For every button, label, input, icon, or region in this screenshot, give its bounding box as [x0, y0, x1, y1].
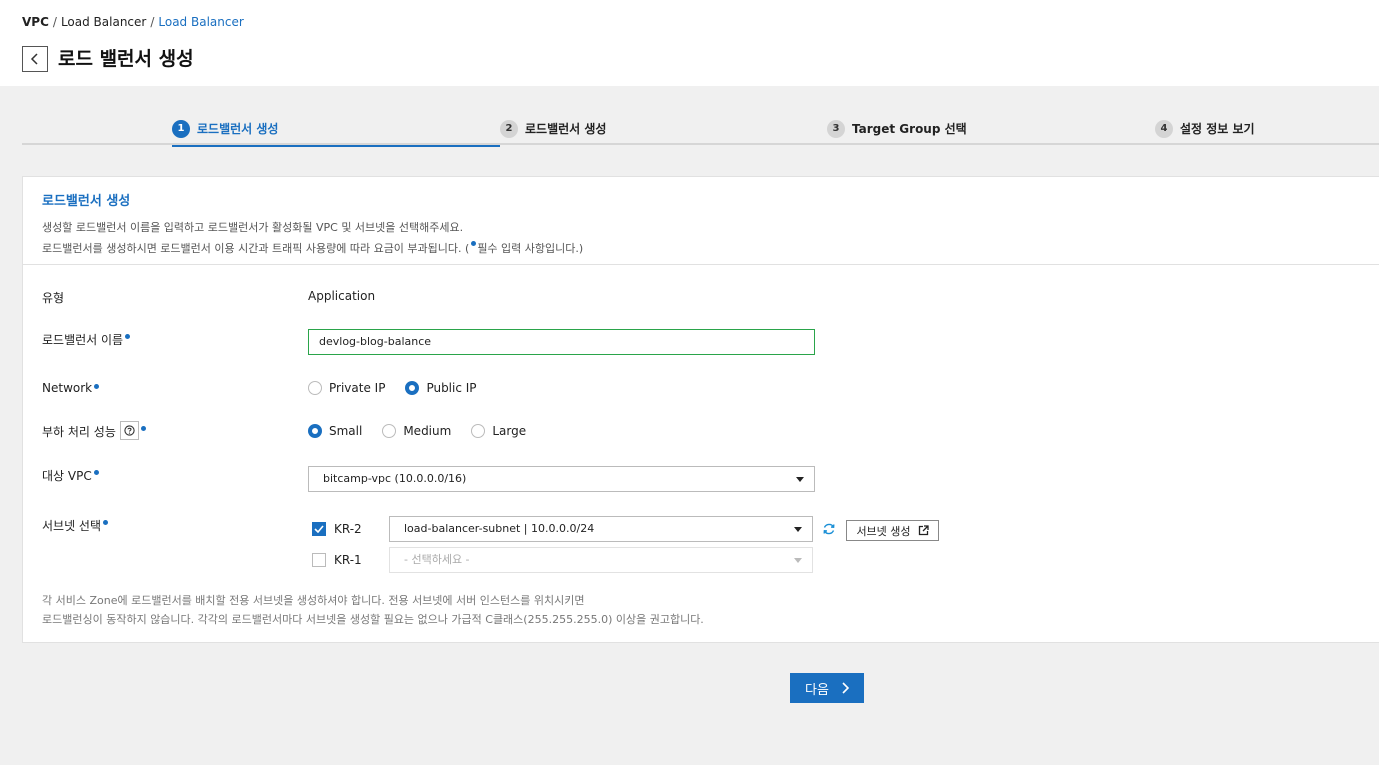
panel-description-2: 로드밸런서를 생성하시면 로드밸런서 이용 시간과 트래픽 사용량에 따라 요금… [42, 238, 1379, 259]
zone-label: KR-1 [334, 553, 362, 567]
field-label: 대상 VPC [42, 469, 92, 483]
required-dot-icon [93, 470, 99, 475]
radio-circle-icon [471, 424, 486, 438]
radio-public-ip[interactable]: Public IP [405, 381, 477, 395]
step-number: 1 [172, 119, 190, 138]
note-line: 로드밸런싱이 동작하지 않습니다. 각각의 로드밸런서마다 서브넷을 생성할 필… [42, 613, 704, 626]
panel-header: 로드밸런서 생성 생성할 로드밸런서 이름을 입력하고 로드밸런서가 활성화될 … [23, 177, 1379, 265]
step-3: 3 Target Group 선택 [827, 112, 967, 145]
field-label: 서브넷 선택 [42, 519, 102, 533]
page-header: VPC / Load Balancer / Load Balancer 로드 밸런서 생… [0, 0, 1379, 86]
external-link-icon [918, 525, 929, 536]
field-label: 로드밸런서 이름 [42, 333, 124, 347]
step-1: 1 로드밸런서 생성 [172, 112, 500, 147]
breadcrumb-load-balancer[interactable]: Load Balancer [61, 15, 146, 29]
help-icon[interactable] [119, 421, 139, 440]
type-label: 유형 [42, 289, 64, 306]
checkbox-kr-2[interactable]: KR-2 [312, 522, 362, 536]
required-dot-icon [471, 241, 477, 246]
breadcrumb-vpc[interactable]: VPC [22, 15, 49, 29]
caret-down-icon [796, 477, 804, 482]
radio-label: Private IP [329, 381, 386, 395]
panel-description-text: 필수 입력 사항입니다.) [477, 242, 584, 255]
question-circle-icon [124, 425, 135, 436]
step-4: 4 설정 정보 보기 [1155, 112, 1255, 145]
field-label: 유형 [42, 291, 65, 305]
radio-private-ip[interactable]: Private IP [308, 381, 385, 395]
back-button[interactable] [22, 46, 48, 72]
next-button-label: 다음 [805, 682, 829, 698]
step-2: 2 로드밸런서 생성 [500, 112, 606, 145]
name-label: 로드밸런서 이름 [42, 331, 131, 348]
type-value: Application [308, 289, 376, 303]
subnet-select-value: load-balancer-subnet | 10.0.0.0/24 [404, 522, 595, 535]
caret-down-icon [794, 527, 802, 532]
radio-small[interactable]: Small [308, 424, 362, 438]
step-label: 로드밸런서 생성 [525, 122, 607, 136]
create-subnet-button[interactable]: 서브넷 생성 [846, 520, 939, 541]
network-label: Network [42, 381, 100, 395]
step-label: 로드밸런서 생성 [197, 122, 279, 136]
page-title: 로드 밸런서 생성 [58, 48, 194, 70]
required-dot-icon [125, 334, 131, 339]
panel-description-text: 로드밸런서를 생성하시면 로드밸런서 이용 시간과 트래픽 사용량에 따라 요금… [42, 242, 470, 255]
radio-label: Large [492, 424, 527, 438]
radio-circle-icon [382, 424, 397, 438]
step-number: 4 [1155, 119, 1173, 138]
caret-down-icon [794, 558, 802, 563]
radio-label: Public IP [426, 381, 477, 395]
panel-title: 로드밸런서 생성 [42, 194, 131, 209]
radio-selected-icon [308, 424, 322, 438]
radio-selected-icon [405, 381, 420, 395]
required-dot-icon [140, 426, 146, 431]
breadcrumb-current: Load Balancer [158, 15, 244, 29]
subnet-label: 서브넷 선택 [42, 517, 109, 534]
breadcrumb: VPC / Load Balancer / Load Balancer [22, 15, 244, 29]
required-dot-icon [94, 384, 100, 389]
radio-label: Small [329, 424, 363, 438]
note-line: 각 서비스 Zone에 로드밸런서를 배치할 전용 서브넷을 생성하셔야 합니다… [42, 594, 585, 607]
radio-medium[interactable]: Medium [382, 424, 451, 438]
checkbox-empty-icon [312, 553, 326, 567]
radio-circle-icon [308, 381, 322, 395]
performance-radio-group: Small Medium Large [308, 424, 546, 438]
form-panel: 로드밸런서 생성 생성할 로드밸런서 이름을 입력하고 로드밸런서가 활성화될 … [22, 176, 1379, 643]
next-button[interactable]: 다음 [790, 673, 864, 703]
radio-large[interactable]: Large [471, 424, 526, 438]
network-radio-group: Private IP Public IP [308, 381, 497, 395]
vpc-select-value: bitcamp-vpc (10.0.0.0/16) [323, 472, 467, 485]
subnet-note: 각 서비스 Zone에 로드밸런서를 배치할 전용 서브넷을 생성하셔야 합니다… [42, 591, 704, 629]
create-subnet-label: 서브넷 생성 [856, 524, 911, 538]
subnet-select-kr-1: - 선택하세요 - [389, 547, 813, 573]
field-label: 부하 처리 성능 [42, 425, 116, 439]
vpc-label: 대상 VPC [42, 467, 100, 484]
step-number: 3 [827, 119, 845, 138]
performance-label: 부하 처리 성능 [42, 421, 147, 440]
subnet-select-placeholder: - 선택하세요 - [404, 553, 470, 566]
load-balancer-name-input[interactable]: devlog-blog-balance [308, 329, 815, 355]
step-label: 설정 정보 보기 [1180, 122, 1255, 136]
breadcrumb-separator: / [150, 15, 155, 29]
radio-label: Medium [403, 424, 452, 438]
field-label: Network [42, 381, 93, 395]
stepper: 1 로드밸런서 생성 2 로드밸런서 생성 3 Target Group 선택 … [22, 112, 1379, 147]
vpc-select[interactable]: bitcamp-vpc (10.0.0.0/16) [308, 466, 815, 492]
breadcrumb-separator: / [52, 15, 57, 29]
step-number: 2 [500, 119, 518, 138]
subnet-select-kr-2[interactable]: load-balancer-subnet | 10.0.0.0/24 [389, 516, 813, 542]
refresh-icon[interactable] [822, 522, 836, 539]
chevron-right-icon [842, 682, 849, 694]
checkbox-checked-icon [312, 522, 326, 536]
chevron-left-icon [30, 53, 38, 65]
checkbox-kr-1[interactable]: KR-1 [312, 553, 362, 567]
zone-label: KR-2 [334, 522, 362, 536]
required-dot-icon [103, 520, 109, 525]
step-label: Target Group 선택 [852, 122, 967, 136]
panel-description-1: 생성할 로드밸런서 이름을 입력하고 로드밸런서가 활성화될 VPC 및 서브넷… [42, 221, 464, 234]
